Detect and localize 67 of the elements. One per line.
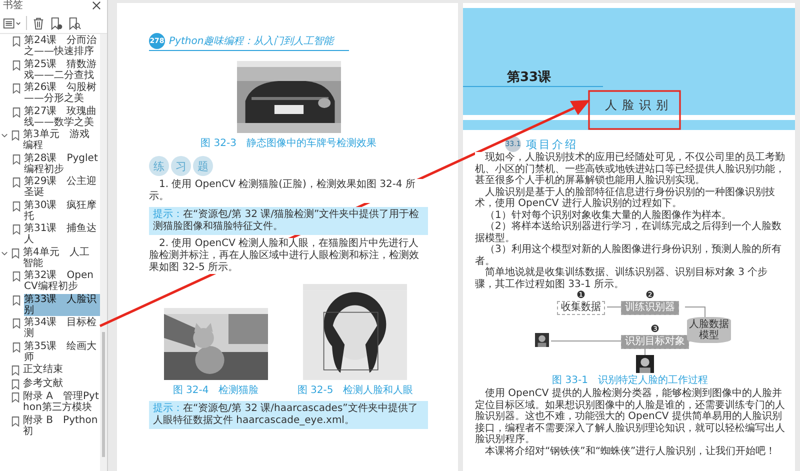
bookmark-icon bbox=[12, 177, 21, 188]
bookmark-icon bbox=[11, 416, 20, 426]
body-text: 使用 OpenCV 提供的人脸检测分类器，能够检测到图像中的人脸并定位目标区域。如果想识别图像中的人脸是谁的，还需要训练专门的人脸识别器。这也不难，功能强大的 OpenCV 提供简单易用的人脸识别接口，编程者不需要深入了解人脸识别理论知识，就可以轻松编写出人脸识别程序。 bbox=[475, 388, 785, 446]
bookmark-icon bbox=[11, 365, 20, 376]
bookmark-icon bbox=[12, 83, 21, 94]
bookmark-item[interactable]: 第4单元 人工智能 bbox=[23, 246, 100, 268]
list-options-icon[interactable] bbox=[3, 16, 21, 30]
bookmark-icon bbox=[12, 294, 21, 306]
bookmark-item[interactable]: 附录 B Python初 bbox=[23, 414, 100, 436]
step-box: 训练识别器 bbox=[621, 301, 679, 315]
bookmark-item[interactable]: 第33课 人脸识别 bbox=[24, 294, 100, 316]
bookmark-item[interactable]: 第31课 捕鱼达人 bbox=[24, 223, 100, 245]
bookmark-icon bbox=[12, 271, 21, 282]
bookmark-item[interactable]: 第27课 玫瑰曲线——数学之美 bbox=[24, 106, 100, 128]
tip-text: 提示：在“资源包/第 32 课/猫脸检测”文件夹中提供了用于检测猫脸图像和猫脸特征文件。 bbox=[153, 209, 420, 233]
bookmark-icon bbox=[12, 224, 21, 235]
chevron-down-icon[interactable] bbox=[1, 132, 8, 139]
bookmark-icon bbox=[11, 248, 20, 258]
bookmark-icon bbox=[12, 342, 21, 352]
bookmark-add-icon[interactable] bbox=[50, 16, 63, 30]
figure-caption: 图 32-4 检测猫脸 bbox=[172, 384, 259, 397]
bookmark-icon bbox=[12, 318, 21, 329]
step-number: ❸ bbox=[650, 325, 660, 335]
bookmark-icon bbox=[12, 36, 21, 47]
figure-caption: 图 33-1 识别特定人脸的工作过程 bbox=[552, 374, 708, 387]
bookmark-icon bbox=[12, 60, 21, 70]
step-box: 识别目标对象 bbox=[621, 335, 689, 349]
bookmark-item[interactable]: 第26课 勾股树——分形之美 bbox=[24, 82, 100, 104]
step-number: ❶ bbox=[576, 291, 586, 301]
bookmark-item[interactable]: 附录 A 管理Python第三方模块 bbox=[23, 391, 100, 413]
bookmark-icon bbox=[12, 154, 21, 164]
running-header: Python趣味编程：从入门到人工智能 bbox=[169, 34, 334, 48]
chevron-down-icon[interactable] bbox=[1, 250, 8, 256]
bookmark-icon bbox=[11, 130, 20, 141]
exercise-title-badge: 练 bbox=[149, 156, 169, 176]
close-icon[interactable] bbox=[92, 1, 101, 10]
bookmark-icon bbox=[11, 392, 20, 403]
exercise-title-badge: 题 bbox=[193, 156, 213, 176]
bookmark-item[interactable]: 第3单元 游戏编程 bbox=[23, 129, 100, 151]
tip-text: 提示：在“资源包/第 32 课/haarcascades”文件夹中提供了人眼特征数据文件 haarcascade_eye.xml。 bbox=[153, 403, 419, 427]
step-box: 收集数据 bbox=[557, 301, 605, 315]
bookmark-item[interactable]: 第28课 Pyglet编程初步 bbox=[24, 152, 100, 174]
figure-caption: 图 32-3 静态图像中的车牌号检测效果 bbox=[200, 136, 376, 150]
chapter-title: 人脸识别 bbox=[605, 97, 673, 114]
bookmark-item[interactable]: 参考文献 bbox=[23, 378, 100, 388]
panel-title: 书签 bbox=[3, 0, 23, 12]
body-text: 现如今，人脸识别技术的应用已经随处可见，不仅公司里的员工考勤机、小区的门禁机、一些高铁或地铁进站口等已经提供人脸识别功能，甚至很多个人手机的屏幕解锁也能用人脸识别实现。 bbox=[475, 152, 785, 186]
bookmark-item[interactable]: 正文结束 bbox=[23, 364, 100, 375]
model-database: 人脸数据模型 bbox=[687, 317, 731, 343]
exercise-title-badge: 习 bbox=[171, 156, 191, 176]
bookmark-icon bbox=[12, 106, 21, 118]
trash-icon[interactable] bbox=[32, 16, 45, 30]
bookmark-icon bbox=[12, 200, 21, 212]
bookmark-item[interactable]: 第32课 OpenCV编程初步 bbox=[24, 270, 100, 292]
bookmark-item[interactable]: 第29课 公主迎圣诞 bbox=[24, 176, 100, 198]
bookmark-item[interactable]: 第35课 绘画大师 bbox=[24, 340, 100, 362]
lesson-number: 第33课 bbox=[507, 70, 552, 85]
figure-caption: 图 32-5 检测人脸和人眼 bbox=[297, 384, 414, 397]
bookmark-item[interactable]: 第24课 分而治之——快速排序 bbox=[24, 35, 100, 57]
section-heading: 项目介绍 bbox=[526, 136, 578, 152]
bookmark-search-icon[interactable] bbox=[68, 16, 81, 30]
bookmark-item[interactable]: 第34课 目标检测 bbox=[24, 317, 100, 339]
scrollbar[interactable] bbox=[100, 34, 107, 471]
bookmark-item[interactable]: 第30课 疯狂摩托 bbox=[24, 200, 100, 222]
bookmark-icon bbox=[11, 378, 20, 390]
bookmark-item[interactable]: 第25课 猜数游戏——二分查找 bbox=[24, 58, 100, 80]
step-number: ❷ bbox=[646, 291, 654, 301]
